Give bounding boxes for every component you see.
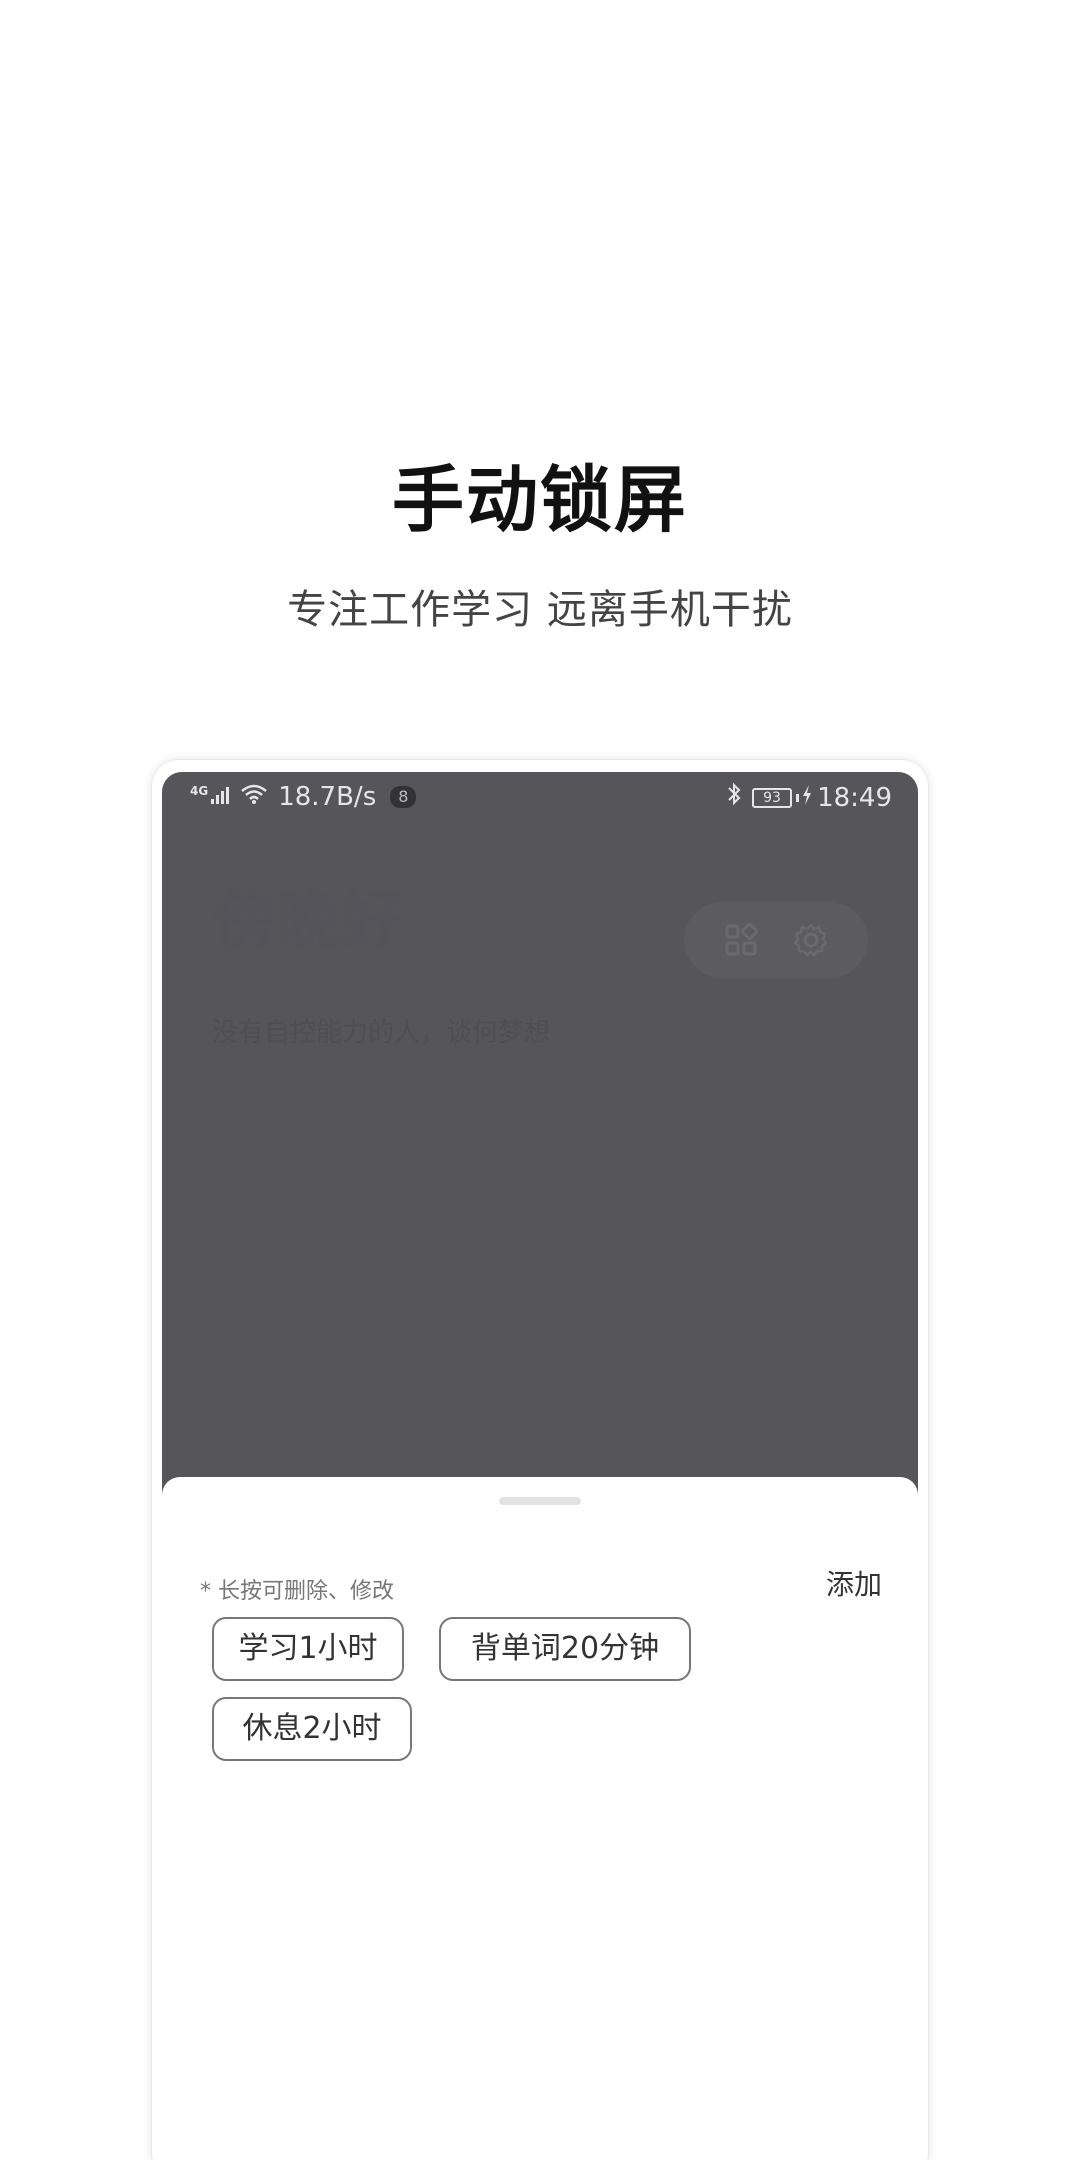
bottom-sheet: * 长按可删除、修改 添加 学习1小时 背单词20分钟 休息2小时 [162,1477,918,2160]
status-time: 18:49 [817,782,892,813]
battery-tip [796,793,800,802]
grid-icon[interactable] [724,923,758,957]
network-type: 4G [190,784,209,798]
network-speed: 18.7B/s [278,782,377,812]
status-bar: 4G 18.7B/s 8 93 18:49 [162,772,918,824]
add-button[interactable]: 添加 [826,1563,882,1603]
greeting-text: 傍晚好 [212,885,404,959]
motto-text: 没有自控能力的人，谈何梦想 [212,1018,551,1048]
notification-badge: 8 [390,786,417,808]
signal-icon [210,782,232,812]
bluetooth-icon [726,782,742,813]
preset-chip[interactable]: 休息2小时 [212,1697,412,1761]
charging-icon [801,783,813,813]
long-press-hint: * 长按可删除、修改 [200,1579,394,1604]
promo-subtitle: 专注工作学习 远离手机干扰 [287,587,793,633]
preset-chip[interactable]: 学习1小时 [212,1617,404,1681]
phone-screen: 傍晚好 没有自控能力的人，谈何梦想 4G 18.7B/s 8 93 18:49 … [162,772,918,2160]
preset-chip[interactable]: 背单词20分钟 [439,1617,691,1681]
battery-icon: 93 [752,787,793,808]
wifi-icon [240,782,268,812]
sheet-drag-handle[interactable] [499,1497,581,1505]
settings-icon[interactable] [793,922,829,958]
promo-title: 手动锁屏 [391,458,688,542]
toolbar-pill [684,902,868,978]
promo-page: 手动锁屏 专注工作学习 远离手机干扰 傍晚好 没有自控能力的人，谈何梦想 4G … [0,0,1080,2160]
